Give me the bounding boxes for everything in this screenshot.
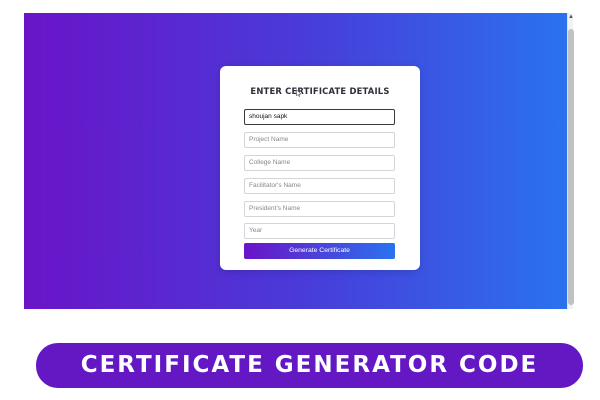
scroll-up-arrow-icon[interactable]: ▲ xyxy=(568,13,574,21)
facilitator-name-input[interactable]: Facilitator's Name xyxy=(244,178,395,194)
vertical-scrollbar[interactable]: ▲ xyxy=(567,13,574,309)
browser-viewport: ENTER CERTIFICATE DETAILS shoujan sapk P… xyxy=(24,13,567,309)
year-input[interactable]: Year xyxy=(244,223,395,239)
president-name-input[interactable]: President's Name xyxy=(244,201,395,217)
form-title: ENTER CERTIFICATE DETAILS xyxy=(250,86,390,96)
generate-certificate-button[interactable]: Generate Certificate xyxy=(244,243,395,259)
scroll-thumb[interactable] xyxy=(568,29,574,305)
certificate-form-card: ENTER CERTIFICATE DETAILS shoujan sapk P… xyxy=(220,66,420,270)
name-input[interactable]: shoujan sapk xyxy=(244,109,395,125)
college-name-input[interactable]: College Name xyxy=(244,155,395,171)
project-name-input[interactable]: Project Name xyxy=(244,132,395,148)
title-banner: CERTIFICATE GENERATOR CODE xyxy=(36,343,583,388)
mouse-pointer-icon xyxy=(296,89,302,97)
page: ENTER CERTIFICATE DETAILS shoujan sapk P… xyxy=(0,0,600,400)
banner-title: CERTIFICATE GENERATOR CODE xyxy=(80,352,539,378)
